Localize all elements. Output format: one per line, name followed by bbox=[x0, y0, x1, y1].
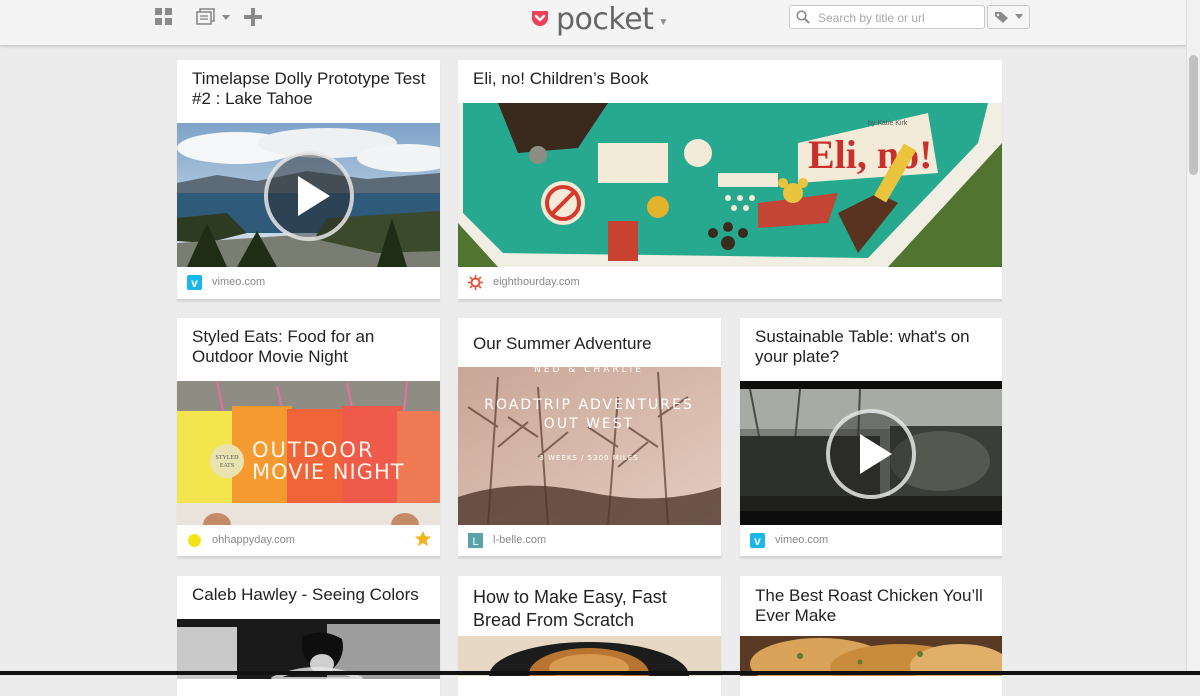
card-thumbnail[interactable] bbox=[177, 123, 440, 267]
ohhappyday-favicon-icon bbox=[188, 534, 201, 547]
search-box bbox=[789, 5, 985, 29]
article-card[interactable]: Caleb Hawley - Seeing Colors bbox=[177, 576, 440, 696]
article-card[interactable]: How to Make Easy, Fast Bread From Scratc… bbox=[458, 576, 721, 696]
styled-eats-badge-line1: STYLED bbox=[216, 455, 240, 461]
tag-icon bbox=[994, 12, 1008, 23]
search-icon bbox=[796, 10, 810, 24]
article-card[interactable]: The Best Roast Chicken You’ll Ever Make bbox=[740, 576, 1002, 696]
source-domain[interactable]: ohhappyday.com bbox=[212, 534, 295, 546]
card-thumbnail[interactable]: STYLED EATS OUTDOOR MOVIE NIGHT bbox=[177, 381, 440, 525]
chevron-down-icon: ▼ bbox=[658, 16, 669, 28]
search-input[interactable] bbox=[816, 8, 980, 28]
scrollbar-thumb[interactable] bbox=[1189, 55, 1198, 175]
chevron-down-icon bbox=[1014, 14, 1023, 19]
card-title[interactable]: How to Make Easy, Fast Bread From Scratc… bbox=[473, 586, 709, 632]
book-cover-byline: by Katie Kirk bbox=[868, 120, 908, 127]
vimeo-favicon-icon: v bbox=[750, 533, 765, 548]
favorite-star-icon[interactable] bbox=[414, 530, 432, 548]
svg-text:v: v bbox=[191, 276, 198, 290]
overlay-line1: OUTDOOR bbox=[252, 438, 375, 462]
card-thumbnail[interactable] bbox=[177, 619, 440, 679]
source-domain[interactable]: eighthourday.com bbox=[493, 276, 580, 288]
article-card[interactable]: Timelapse Dolly Prototype Test #2 : Lake… bbox=[177, 60, 440, 301]
vimeo-favicon-icon: v bbox=[187, 275, 202, 290]
card-thumbnail[interactable] bbox=[740, 636, 1002, 676]
svg-text:v: v bbox=[754, 534, 761, 548]
svg-text:L: L bbox=[472, 536, 478, 548]
card-title[interactable]: Sustainable Table: what's on your plate? bbox=[755, 327, 990, 367]
card-footer: v vimeo.com bbox=[177, 267, 440, 299]
card-footer: ohhappyday.com bbox=[177, 525, 440, 556]
card-thumbnail[interactable] bbox=[740, 381, 1002, 525]
card-title[interactable]: Our Summer Adventure bbox=[473, 334, 709, 354]
styled-eats-badge-line2: EATS bbox=[220, 463, 234, 469]
plus-icon bbox=[244, 8, 262, 26]
card-footer: eighthourday.com bbox=[458, 267, 1002, 299]
source-domain[interactable]: vimeo.com bbox=[212, 276, 265, 288]
card-footer: v vimeo.com bbox=[740, 525, 1002, 556]
grid-view-icon[interactable] bbox=[155, 7, 173, 27]
lbelle-favicon-icon: L bbox=[468, 533, 483, 548]
overlay-line2: OUT WEST bbox=[544, 416, 634, 432]
card-title[interactable]: Eli, no! Children’s Book bbox=[473, 69, 990, 89]
add-item-button[interactable] bbox=[244, 7, 264, 27]
book-cover-title: Eli, no! bbox=[808, 132, 932, 177]
card-title[interactable]: Caleb Hawley - Seeing Colors bbox=[192, 585, 428, 605]
eighthourday-favicon-icon bbox=[468, 275, 483, 290]
article-card[interactable]: Sustainable Table: what's on your plate?… bbox=[740, 318, 1002, 558]
pocket-logo-icon bbox=[532, 11, 548, 26]
list-view-icon[interactable] bbox=[196, 7, 234, 27]
source-domain[interactable]: vimeo.com bbox=[775, 534, 828, 546]
overlay-top-line: NED & CHARLIE bbox=[534, 367, 644, 375]
logo-text: pocket bbox=[556, 1, 654, 37]
window-bottom-edge bbox=[0, 671, 1200, 675]
card-footer: L l-belle.com bbox=[458, 525, 721, 556]
overlay-line1: ROADTRIP ADVENTURES bbox=[484, 397, 693, 413]
play-icon[interactable] bbox=[263, 150, 355, 242]
card-title[interactable]: Timelapse Dolly Prototype Test #2 : Lake… bbox=[192, 69, 428, 109]
card-thumbnail[interactable]: NED & CHARLIE ROADTRIP ADVENTURES OUT WE… bbox=[458, 367, 721, 525]
source-domain[interactable]: l-belle.com bbox=[493, 534, 546, 546]
overlay-line2: MOVIE NIGHT bbox=[252, 460, 405, 484]
vertical-scrollbar[interactable] bbox=[1186, 0, 1200, 675]
play-icon[interactable] bbox=[825, 408, 917, 500]
tag-filter-button[interactable] bbox=[987, 5, 1030, 29]
card-title[interactable]: Styled Eats: Food for an Outdoor Movie N… bbox=[192, 327, 428, 367]
card-thumbnail[interactable] bbox=[458, 636, 721, 676]
overlay-sub-line: 3 WEEKS / 5300 MILES bbox=[539, 454, 638, 462]
article-card[interactable]: Our Summer Adventure NED & CHARLIE ROADT… bbox=[458, 318, 721, 558]
card-title[interactable]: The Best Roast Chicken You’ll Ever Make bbox=[755, 586, 990, 626]
article-card[interactable]: Styled Eats: Food for an Outdoor Movie N… bbox=[177, 318, 440, 558]
top-toolbar: pocket ▼ bbox=[0, 0, 1186, 46]
pocket-logo[interactable]: pocket ▼ bbox=[530, 1, 668, 37]
card-thumbnail[interactable]: Eli, no! by Katie Kirk bbox=[458, 103, 1002, 267]
article-card[interactable]: Eli, no! Children’s Book Eli, no! by Kat… bbox=[458, 60, 1002, 301]
